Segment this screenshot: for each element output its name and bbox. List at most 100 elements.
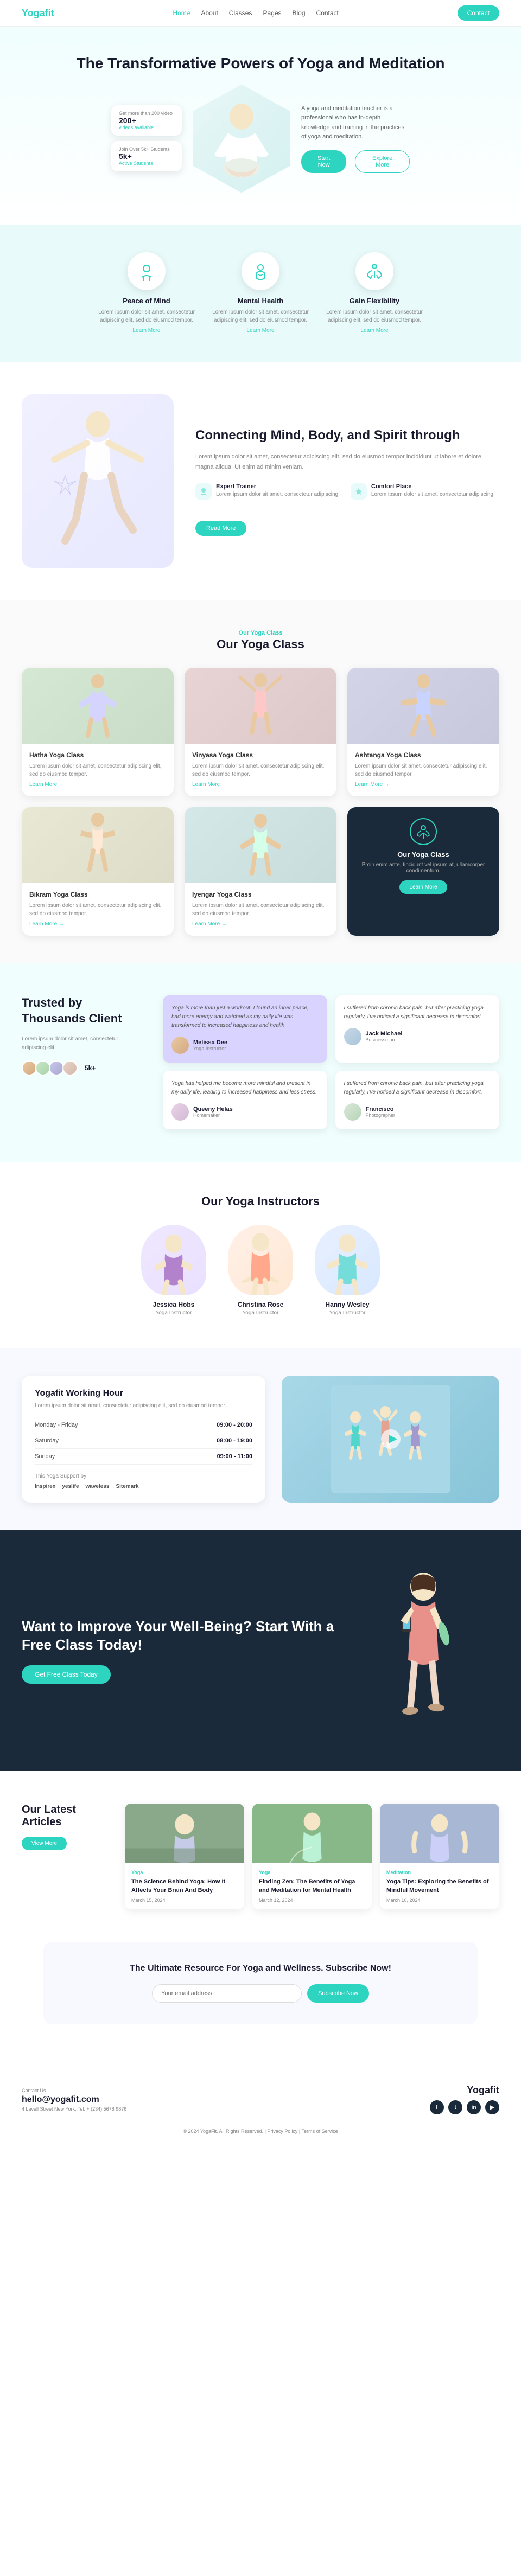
about-read-more-button[interactable]: Read More xyxy=(195,521,246,536)
classes-subtitle: Our Yoga Class xyxy=(239,630,283,636)
feature-peace-of-mind: Peace of Mind Lorem ipsum dolor sit amet… xyxy=(98,252,195,335)
article-1-title: The Science Behind Yoga: How It Affects … xyxy=(131,1878,238,1895)
feature-flex-desc: Lorem ipsum dolor sit amet, consectetur … xyxy=(326,308,423,324)
hatha-person-svg xyxy=(65,670,130,741)
promo-logo-svg xyxy=(415,823,431,840)
mental-health-svg xyxy=(251,262,270,281)
bikram-body: Bikram Yoga Class Lorem ipsum dolor sit … xyxy=(22,883,174,936)
hero-card-students-label: Join Over 5k+ Students xyxy=(119,146,174,152)
nav-about[interactable]: About xyxy=(201,9,218,17)
vinyasa-person-svg xyxy=(228,670,293,741)
cta-title: Want to Improve Your Well-Being? Start W… xyxy=(22,1618,347,1654)
blog-view-more-button[interactable]: View More xyxy=(22,1837,67,1850)
partner-sitemark: Sitemark xyxy=(116,1484,138,1490)
instructor-hanny: Hanny Wesley Yoga Instructor xyxy=(315,1225,380,1316)
nav-pages[interactable]: Pages xyxy=(263,9,281,17)
bikram-link[interactable]: Learn More → xyxy=(29,921,64,927)
jessica-image xyxy=(141,1225,206,1295)
footer-email[interactable]: hello@yogafit.com xyxy=(22,2095,126,2105)
bikram-image xyxy=(22,807,174,883)
hours-saturday-time: 08:00 - 19:00 xyxy=(217,1437,252,1444)
start-now-button[interactable]: Start Now xyxy=(301,150,346,173)
iyengar-image xyxy=(185,807,336,883)
feature-peace-link[interactable]: Learn More xyxy=(132,328,160,334)
footer-right: Yogafit f t in ▶ xyxy=(430,2085,499,2114)
hero-person-svg xyxy=(198,84,285,193)
vinyasa-link[interactable]: Learn More → xyxy=(192,782,227,788)
trainer-feature-desc: Lorem ipsum dolor sit amet, consectetur … xyxy=(216,490,340,499)
about-feature-comfort-text: Comfort Place Lorem ipsum dolor sit amet… xyxy=(371,483,495,510)
christina-name: Christina Rose xyxy=(228,1301,293,1308)
promo-desc: Proin enim ante, tincidunt vel ipsum at,… xyxy=(358,862,488,874)
social-twitter[interactable]: t xyxy=(448,2100,462,2114)
feature-flex-link[interactable]: Learn More xyxy=(360,328,388,334)
features-section: Peace of Mind Lorem ipsum dolor sit amet… xyxy=(0,225,521,362)
hatha-link[interactable]: Learn More → xyxy=(29,782,64,788)
bikram-title: Bikram Yoga Class xyxy=(29,891,166,898)
cta-button[interactable]: Get Free Class Today xyxy=(22,1665,111,1684)
feature-flex-title: Gain Flexibility xyxy=(326,297,423,305)
testimonial-1-name: Melissa Dee xyxy=(193,1039,227,1046)
class-vinyasa: Vinyasa Yoga Class Lorem ipsum dolor sit… xyxy=(185,668,336,796)
class-hatha: Hatha Yoga Class Lorem ipsum dolor sit a… xyxy=(22,668,174,796)
instructors-section: Our Yoga Instructors Jessica Hobs Yoga I… xyxy=(0,1162,521,1348)
feature-mental-link[interactable]: Learn More xyxy=(246,328,274,334)
testimonials-title: Trusted by Thousands Client xyxy=(22,995,141,1026)
nav-contact-button[interactable]: Contact xyxy=(458,5,499,21)
footer-left: Contact Us hello@yogafit.com 4 Lavell St… xyxy=(22,2088,126,2112)
article-1-svg xyxy=(125,1804,244,1863)
hero-card-students-value: 5k+ xyxy=(119,152,174,161)
newsletter-subscribe-button[interactable]: Subscribe Now xyxy=(307,1984,369,2003)
testimonial-3-role: Homemaker xyxy=(193,1113,233,1118)
client-count: 5k+ xyxy=(85,1064,96,1072)
iyengar-person-svg xyxy=(228,810,293,880)
ashtanga-link[interactable]: Learn More → xyxy=(355,782,390,788)
feature-mental-title: Mental Health xyxy=(212,297,309,305)
hours-monday-label: Monday - Friday xyxy=(35,1422,78,1428)
social-instagram[interactable]: in xyxy=(467,2100,481,2114)
hours-desc: Lorem ipsum dolor sit amet, consectetur … xyxy=(35,1403,252,1409)
social-youtube[interactable]: ▶ xyxy=(485,2100,499,2114)
newsletter-email-input[interactable] xyxy=(152,1984,302,2003)
explore-more-button[interactable]: Explore More xyxy=(355,150,410,173)
promo-logo-icon xyxy=(410,818,437,845)
about-content: Connecting Mind, Body, and Spirit throug… xyxy=(195,427,499,536)
classes-title: Our Yoga Class xyxy=(22,637,499,651)
promo-learn-button[interactable]: Learn More xyxy=(399,880,447,894)
article-1-body: Yoga The Science Behind Yoga: How It Aff… xyxy=(125,1863,244,1909)
footer-inner: Contact Us hello@yogafit.com 4 Lavell St… xyxy=(22,2085,499,2114)
article-3-svg xyxy=(380,1804,499,1863)
cta-content: Want to Improve Your Well-Being? Start W… xyxy=(22,1618,347,1684)
vinyasa-body: Vinyasa Yoga Class Lorem ipsum dolor sit… xyxy=(185,744,336,796)
logo[interactable]: Yogafit xyxy=(22,8,54,19)
blog-left: Our Latest Articles View More xyxy=(22,1804,109,1850)
class-iyengar: Iyengar Yoga Class Lorem ipsum dolor sit… xyxy=(185,807,336,936)
hero-card-students: Join Over 5k+ Students 5k+ Active Studen… xyxy=(111,141,182,171)
hatha-body: Hatha Yoga Class Lorem ipsum dolor sit a… xyxy=(22,744,174,796)
ashtanga-image xyxy=(347,668,499,744)
newsletter-section: The Ultimate Resource For Yoga and Welln… xyxy=(43,1942,478,2024)
nav-contact[interactable]: Contact xyxy=(316,9,339,17)
testimonials-desc: Lorem ipsum dolor sit amet, consectetur … xyxy=(22,1035,141,1052)
article-3: Meditation Yoga Tips: Exploring the Bene… xyxy=(380,1804,499,1909)
ashtanga-person-svg xyxy=(391,670,456,741)
support-logos: Inspirex yeslife waveless Sitemark xyxy=(35,1484,252,1490)
hatha-desc: Lorem ipsum dolor sit amet, consectetur … xyxy=(29,762,166,778)
article-2-title: Finding Zen: The Benefits of Yoga and Me… xyxy=(259,1878,365,1895)
hero-card-videos-value: 200+ xyxy=(119,116,174,125)
nav-home[interactable]: Home xyxy=(173,9,190,17)
working-hours-inner: Yogafit Working Hour Lorem ipsum dolor s… xyxy=(22,1376,499,1503)
classes-section: Our Yoga Class Our Yoga Class Hatha Yoga… xyxy=(0,600,521,963)
testimonial-3-avatar xyxy=(171,1103,189,1121)
nav-blog[interactable]: Blog xyxy=(293,9,306,17)
article-3-body: Meditation Yoga Tips: Exploring the Bene… xyxy=(380,1863,499,1909)
hanny-role: Yoga Instructor xyxy=(315,1310,380,1316)
iyengar-link[interactable]: Learn More → xyxy=(192,921,227,927)
hours-card: Yogafit Working Hour Lorem ipsum dolor s… xyxy=(22,1376,265,1503)
hero-content: Get more than 200 video 200+ videos avai… xyxy=(22,84,499,193)
nav-classes[interactable]: Classes xyxy=(229,9,252,17)
testimonial-1: Yoga is more than just a workout. I foun… xyxy=(163,995,327,1063)
ashtanga-desc: Lorem ipsum dolor sit amet, consectetur … xyxy=(355,762,492,778)
social-facebook[interactable]: f xyxy=(430,2100,444,2114)
bikram-desc: Lorem ipsum dolor sit amet, consectetur … xyxy=(29,902,166,918)
